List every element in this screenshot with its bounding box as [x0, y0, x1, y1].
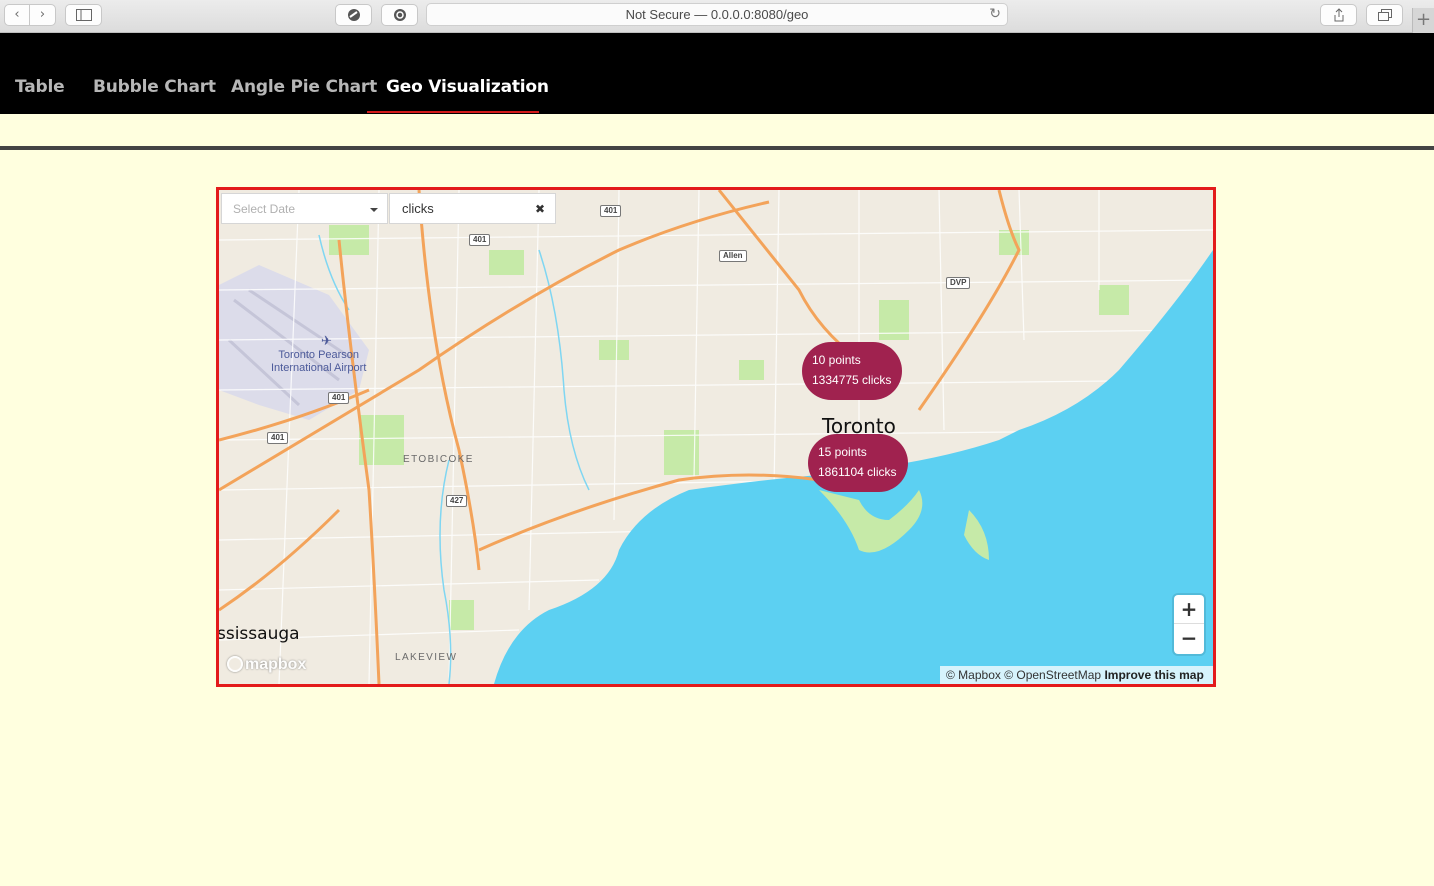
chevron-down-icon[interactable] [370, 208, 378, 212]
neighborhood-label: ETOBICOKE [403, 454, 474, 465]
date-select-placeholder: Select Date [233, 201, 296, 216]
road-shield: 427 [446, 495, 468, 507]
app-header: Table Bubble Chart Angle Pie Chart Geo V… [0, 33, 1434, 150]
map-tiles[interactable] [219, 190, 1213, 684]
url-text: Not Secure — 0.0.0.0:8080/geo [625, 7, 809, 22]
sidebar-toggle-icon[interactable] [65, 4, 102, 26]
road-shield: 401 [328, 392, 350, 404]
tab-table[interactable]: Table [15, 77, 65, 97]
address-bar[interactable]: Not Secure — 0.0.0.0:8080/geo ↻ [426, 3, 1008, 26]
zoom-out-button[interactable]: − [1174, 624, 1204, 653]
neighborhood-label: LAKEVIEW [395, 652, 458, 663]
active-tab-indicator [367, 111, 539, 113]
date-select[interactable]: Select Date [221, 193, 388, 224]
tab-angle-pie-chart[interactable]: Angle Pie Chart [231, 77, 377, 97]
forward-icon[interactable]: › [30, 5, 55, 25]
attribution-text[interactable]: © Mapbox © OpenStreetMap [946, 668, 1101, 682]
back-icon[interactable]: ‹ [5, 5, 31, 25]
improve-map-link[interactable]: Improve this map [1104, 668, 1203, 682]
road-shield: 401 [267, 432, 289, 444]
metric-select[interactable]: clicks ✖ [389, 193, 556, 224]
mapbox-logo-icon [227, 656, 243, 672]
clear-icon[interactable]: ✖ [535, 202, 545, 216]
mapbox-logo[interactable]: mapbox [227, 656, 306, 674]
tab-geo-visualization[interactable]: Geo Visualization [386, 77, 549, 97]
new-tab-icon[interactable]: + [1412, 8, 1434, 33]
road-shield: Allen [719, 250, 747, 262]
reload-icon[interactable]: ↻ [989, 6, 1001, 22]
cluster-marker[interactable]: 15 points 1861104 clicks [808, 434, 908, 492]
road-shield: 401 [469, 234, 491, 246]
map-attribution: © Mapbox © OpenStreetMap Improve this ma… [940, 666, 1213, 684]
browser-toolbar: ‹ › Not Secure — 0.0.0.0:8080/geo ↻ + [0, 0, 1434, 33]
city-label: ssissauga [217, 624, 300, 644]
tab-bubble-chart[interactable]: Bubble Chart [93, 77, 216, 97]
extension-icon[interactable] [335, 4, 372, 26]
header-divider [0, 146, 1434, 150]
geo-map[interactable]: 401 401 401 401 427 Allen DVP ✈ Toronto … [216, 187, 1216, 687]
share-icon[interactable] [1320, 4, 1357, 26]
history-nav: ‹ › [4, 4, 56, 26]
zoom-in-button[interactable]: + [1174, 595, 1204, 624]
road-shield: DVP [946, 277, 971, 289]
metric-select-value: clicks [402, 201, 434, 216]
tabs-overview-icon[interactable] [1366, 4, 1403, 26]
cluster-marker[interactable]: 10 points 1334775 clicks [802, 342, 902, 400]
airport-label: Toronto Pearson International Airport [271, 349, 367, 374]
road-shield: 401 [600, 205, 622, 217]
airport-icon: ✈ [321, 333, 332, 348]
zoom-control: + − [1174, 595, 1204, 654]
grammarly-icon[interactable] [381, 4, 418, 26]
